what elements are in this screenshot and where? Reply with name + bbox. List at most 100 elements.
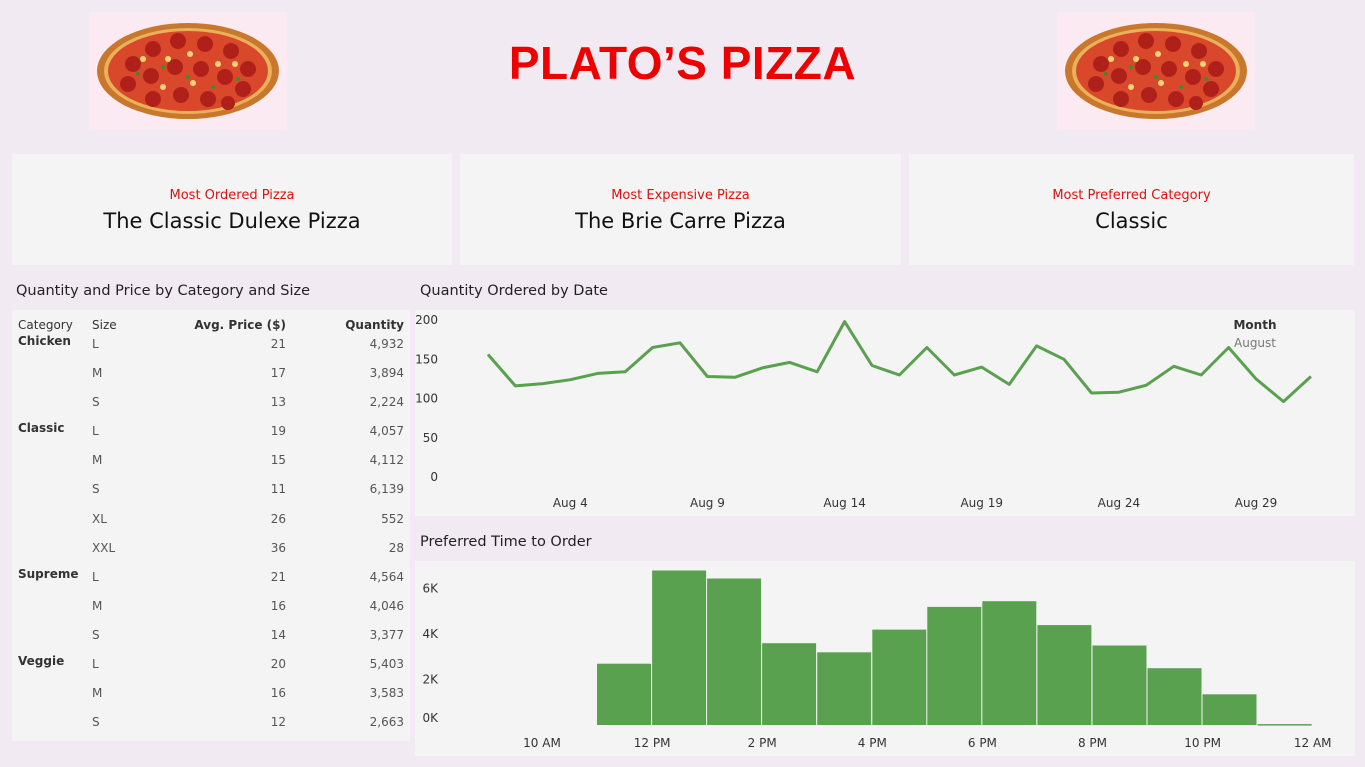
x-tick-label: 10 AM	[523, 736, 561, 750]
table-header-row: Category Size Avg. Price ($) Quantity	[12, 310, 410, 334]
bar-chart-title: Preferred Time to Order	[420, 534, 592, 550]
table-row: Veggie L 20 5,403	[12, 654, 410, 683]
x-tick-label: 12 PM	[634, 736, 671, 750]
cell-size: S	[92, 482, 100, 497]
x-tick-label: Aug 24	[1098, 496, 1141, 510]
histogram-chart: 0K 2K 4K 6K 10 AM 12 PM 2 PM 4 PM 6 PM 8 PM 10 PM 1…	[422, 570, 1332, 750]
cell-size: XXL	[92, 540, 116, 555]
cell-avg-price: 14	[270, 627, 286, 642]
bar	[597, 663, 651, 725]
table-row: S 14 3,377	[12, 625, 410, 654]
pizza-image-left	[89, 12, 287, 130]
pizza-icon	[97, 23, 279, 119]
table-row: S 12 2,663	[12, 712, 410, 741]
cell-avg-price: 36	[270, 540, 286, 555]
cell-category	[12, 538, 92, 567]
kpi-value: The Brie Carre Pizza	[575, 209, 786, 233]
cell-avg-price: 26	[270, 511, 286, 526]
cell-size: L	[92, 569, 99, 584]
cell-category	[12, 625, 92, 654]
table-row: Chicken L 21 4,932	[12, 334, 410, 363]
kpi-label: Most Preferred Category	[1052, 188, 1211, 203]
x-tick-label: 6 PM	[968, 736, 997, 750]
cell-quantity: 4,564	[369, 569, 404, 584]
kpi-most-ordered-pizza: Most Ordered Pizza The Classic Dulexe Pi…	[12, 154, 452, 265]
y-tick-label: 0K	[422, 711, 439, 725]
x-tick-label: 4 PM	[858, 736, 887, 750]
cell-size: M	[92, 366, 103, 381]
cell-size: S	[92, 627, 100, 642]
cell-quantity: 2,663	[369, 715, 404, 730]
line-chart-panel: Month August 0 50 100 150 200 Aug 4 Aug 9 Aug 1…	[415, 310, 1355, 516]
page-title: PLATO’S PIZZA	[508, 37, 857, 89]
y-tick-label: 150	[415, 352, 438, 366]
x-tick-label: Aug 9	[690, 496, 725, 510]
cell-avg-price: 12	[270, 715, 286, 730]
cell-size: XL	[92, 511, 107, 526]
y-tick-label: 2K	[422, 673, 439, 687]
cell-category	[12, 683, 92, 712]
cell-size: S	[92, 395, 100, 410]
cell-quantity: 552	[381, 511, 404, 526]
legend-title: Month	[1233, 318, 1276, 332]
table-row: Classic L 19 4,057	[12, 421, 410, 450]
line-chart: Month August 0 50 100 150 200 Aug 4 Aug 9 Aug 1…	[415, 313, 1312, 510]
table-row: M 15 4,112	[12, 450, 410, 479]
y-tick-label: 100	[415, 392, 438, 406]
cell-category: Supreme	[18, 566, 79, 581]
bar	[872, 629, 927, 725]
cell-category	[12, 363, 92, 392]
cell-size: M	[92, 686, 103, 701]
cell-category: Classic	[18, 421, 65, 436]
x-tick-label: Aug 29	[1235, 496, 1278, 510]
column-header-avg-price: Avg. Price ($)	[194, 318, 286, 332]
cell-size: S	[92, 715, 100, 730]
cell-quantity: 3,377	[369, 627, 404, 642]
table-title: Quantity and Price by Category and Size	[16, 283, 311, 299]
y-tick-label: 0	[430, 470, 438, 484]
table-row: M 16 3,583	[12, 683, 410, 712]
cell-quantity: 3,583	[369, 686, 404, 701]
x-tick-label: 2 PM	[748, 736, 777, 750]
x-tick-label: Aug 14	[823, 496, 866, 510]
cell-avg-price: 20	[270, 657, 286, 672]
table-row: S 11 6,139	[12, 479, 410, 508]
kpi-value: Classic	[1095, 209, 1168, 233]
column-header-category: Category	[18, 318, 73, 332]
table-row: XL 26 552	[12, 509, 410, 538]
bar	[1257, 724, 1312, 726]
cell-avg-price: 15	[270, 453, 286, 468]
cell-category: Chicken	[18, 334, 71, 348]
legend-value: August	[1234, 336, 1276, 350]
cell-avg-price: 21	[270, 337, 286, 351]
column-header-quantity: Quantity	[345, 318, 404, 332]
x-tick-label: 12 AM	[1294, 736, 1332, 750]
cell-quantity: 4,112	[369, 453, 404, 468]
y-tick-label: 200	[415, 313, 438, 327]
bar	[652, 570, 707, 725]
x-tick-label: 8 PM	[1078, 736, 1107, 750]
cell-avg-price: 17	[270, 366, 286, 381]
y-tick-label: 6K	[422, 582, 439, 596]
cell-quantity: 2,224	[369, 395, 404, 410]
bar	[982, 601, 1037, 725]
y-tick-label: 50	[423, 431, 438, 445]
kpi-label: Most Expensive Pizza	[611, 188, 750, 203]
cell-quantity: 6,139	[369, 482, 404, 497]
cell-avg-price: 16	[270, 686, 286, 701]
bar	[1092, 645, 1147, 725]
cell-category	[12, 392, 92, 421]
cell-size: L	[92, 424, 99, 439]
cell-size: M	[92, 453, 103, 468]
x-tick-label: Aug 19	[960, 496, 1003, 510]
cell-avg-price: 11	[270, 482, 286, 497]
cell-category	[12, 509, 92, 538]
cell-size: L	[92, 657, 99, 672]
cell-avg-price: 13	[270, 395, 286, 410]
category-size-table: Category Size Avg. Price ($) Quantity Ch…	[12, 310, 410, 742]
line-chart-title: Quantity Ordered by Date	[420, 283, 608, 299]
bar	[707, 578, 762, 725]
bar	[762, 643, 817, 725]
cell-category	[12, 596, 92, 625]
cell-category	[12, 450, 92, 479]
